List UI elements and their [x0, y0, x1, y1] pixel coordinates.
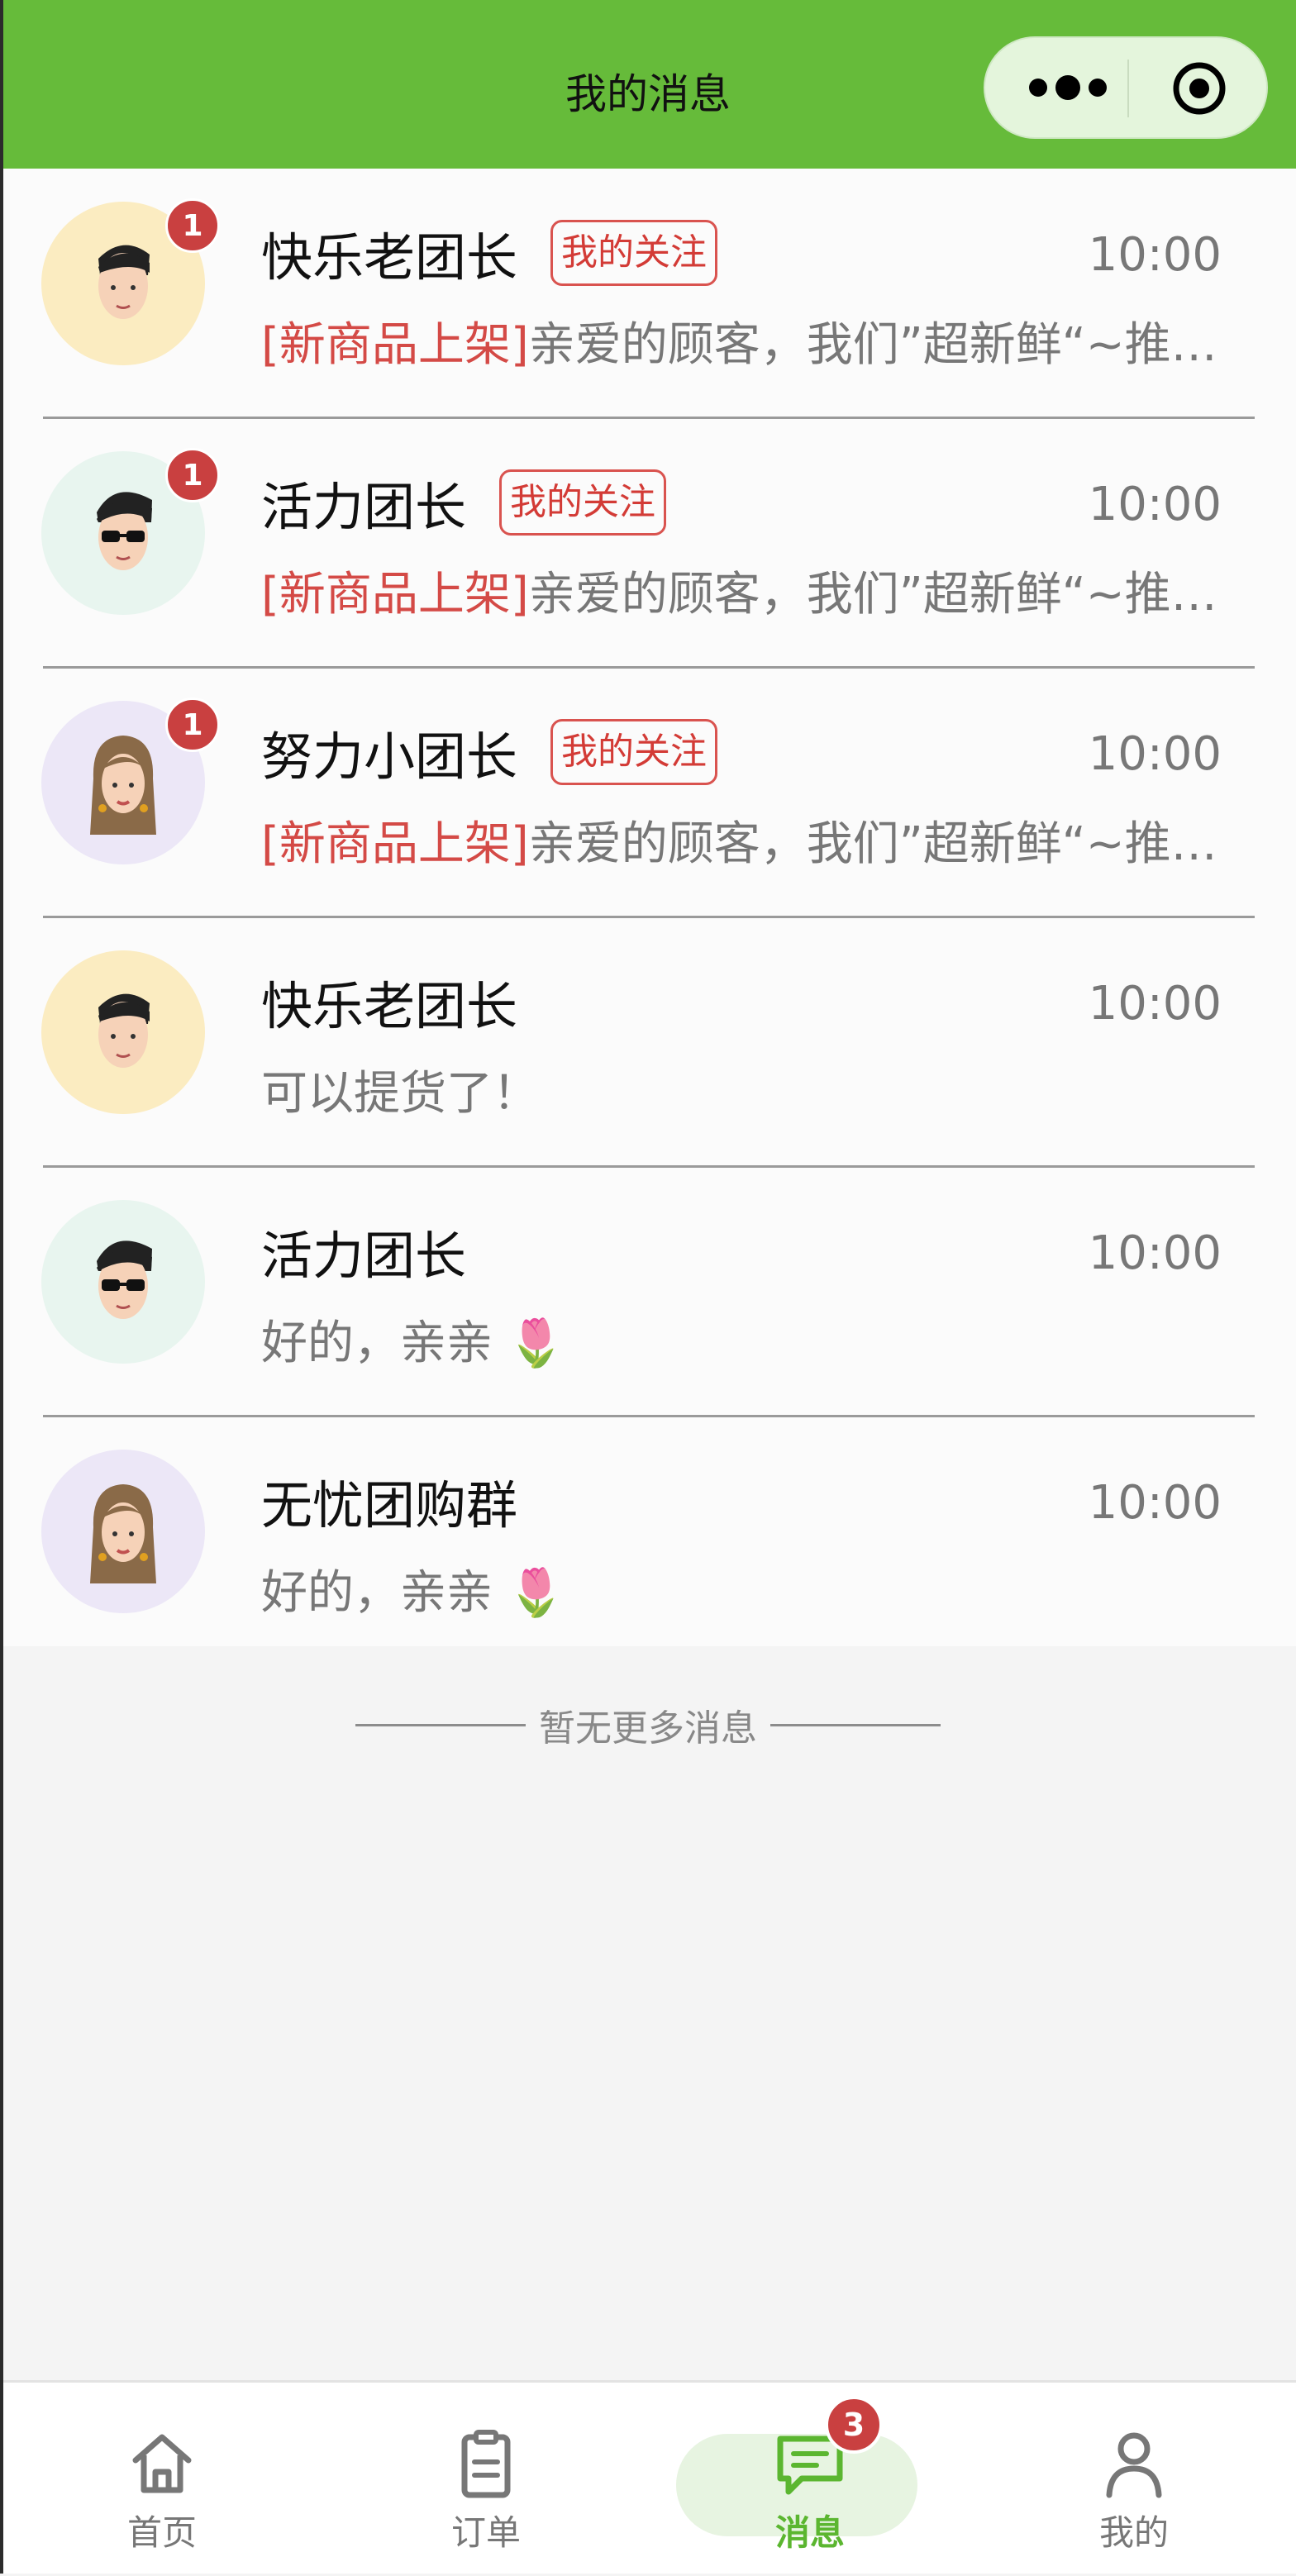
tab-messages-label: 消息 [774, 2512, 845, 2553]
message-list: 1 快乐老团长 我的关注 10:00 [新商品上架]亲爱的顾客，我们”超新鲜“~… [0, 169, 1296, 1646]
message-time: 10:00 [1088, 478, 1222, 531]
unread-badge: 1 [165, 698, 220, 752]
no-more-text: 暂无更多消息 [539, 1707, 757, 1750]
clipboard-icon [461, 2430, 511, 2498]
messages-badge: 3 [825, 2396, 883, 2454]
man-icon [98, 993, 150, 1068]
man-glasses-icon [97, 1240, 152, 1319]
unread-badge: 1 [165, 198, 220, 253]
man-icon [98, 245, 150, 319]
list-item[interactable]: 1 活力团长 我的关注 10:00 [新商品上架]亲爱的顾客，我们”超新鲜“~推… [0, 418, 1296, 669]
miniprogram-capsule [984, 36, 1268, 139]
close-target-icon[interactable] [1170, 60, 1228, 117]
contact-name: 无忧团购群 [261, 1475, 518, 1536]
name-row: 无忧团购群 [261, 1468, 517, 1536]
list-item[interactable]: 快乐老团长 10:00 可以提货了！ [0, 917, 1296, 1168]
name-row: 快乐老团长 我的关注 [261, 220, 718, 288]
preview-text: 亲爱的顾客，我们”超新鲜“~推荐… [528, 568, 1245, 621]
no-more-messages: 暂无更多消息 [0, 1696, 1296, 1754]
contact-name: 快乐老团长 [261, 976, 518, 1036]
name-row: 快乐老团长 [261, 969, 517, 1036]
message-preview: 好的，亲亲 🌷 [261, 1566, 565, 1620]
unread-badge: 1 [165, 448, 220, 502]
list-item[interactable]: 无忧团购群 10:00 好的，亲亲 🌷 [0, 1417, 1296, 1666]
window-left-border [0, 0, 3, 2574]
preview-prefix: [新商品上架] [261, 817, 529, 871]
avatar [41, 1450, 205, 1613]
tab-home-label: 首页 [126, 2512, 197, 2553]
follow-tag: 我的关注 [550, 220, 718, 286]
header: 我的消息 [0, 0, 1296, 169]
preview-prefix: [新商品上架] [261, 568, 529, 621]
list-item[interactable]: 活力团长 10:00 好的，亲亲 🌷 [0, 1167, 1296, 1417]
name-row: 活力团长 [261, 1218, 466, 1286]
message-time: 10:00 [1088, 1226, 1222, 1280]
list-item[interactable]: 1 快乐老团长 我的关注 10:00 [新商品上架]亲爱的顾客，我们”超新鲜“~… [0, 169, 1296, 419]
capsule-divider [1127, 60, 1129, 117]
home-icon [132, 2434, 192, 2493]
message-preview: [新商品上架]亲爱的顾客，我们”超新鲜“~推荐… [261, 307, 1245, 374]
message-preview: [新商品上架]亲爱的顾客，我们”超新鲜“~推荐… [261, 557, 1245, 624]
contact-name: 快乐老团长 [261, 227, 518, 288]
follow-tag: 我的关注 [550, 719, 718, 785]
name-row: 努力小团长 我的关注 [261, 719, 718, 787]
end-line-left [355, 1723, 526, 1726]
tab-home[interactable]: 首页 [0, 2383, 324, 2576]
woman-icon [90, 736, 156, 835]
message-preview: 可以提货了！ [261, 1067, 539, 1121]
message-time: 10:00 [1088, 977, 1222, 1031]
message-preview: [新商品上架]亲爱的顾客，我们”超新鲜“~推荐… [261, 807, 1245, 874]
man-glasses-icon [97, 492, 152, 570]
bottom-tabbar: 首页 订单 3 消息 我的 [0, 2380, 1296, 2574]
message-time: 10:00 [1088, 1476, 1222, 1530]
name-row: 活力团长 我的关注 [261, 469, 667, 537]
avatar [41, 950, 205, 1114]
preview-text: 亲爱的顾客，我们”超新鲜“~推荐… [528, 817, 1245, 871]
preview-text: 亲爱的顾客，我们”超新鲜“~推荐… [528, 318, 1245, 372]
list-item[interactable]: 1 努力小团长 我的关注 10:00 [新商品上架]亲爱的顾客，我们”超新鲜“~… [0, 668, 1296, 918]
message-time: 10:00 [1088, 727, 1222, 781]
user-icon [1106, 2432, 1162, 2498]
avatar [41, 1200, 205, 1364]
tab-messages[interactable]: 3 消息 [648, 2383, 972, 2576]
message-time: 10:00 [1088, 228, 1222, 282]
tab-mine[interactable]: 我的 [972, 2383, 1296, 2576]
more-icon[interactable] [1018, 63, 1117, 112]
follow-tag: 我的关注 [499, 469, 667, 536]
preview-prefix: [新商品上架] [261, 318, 529, 372]
contact-name: 活力团长 [261, 1226, 467, 1286]
contact-name: 活力团长 [261, 477, 467, 537]
tab-mine-label: 我的 [1098, 2512, 1169, 2553]
tab-orders-label: 订单 [450, 2512, 521, 2553]
message-preview: 好的，亲亲 🌷 [261, 1317, 565, 1370]
end-line-right [770, 1723, 941, 1726]
contact-name: 努力小团长 [261, 726, 518, 787]
woman-icon [90, 1484, 156, 1583]
tab-orders[interactable]: 订单 [324, 2383, 648, 2576]
